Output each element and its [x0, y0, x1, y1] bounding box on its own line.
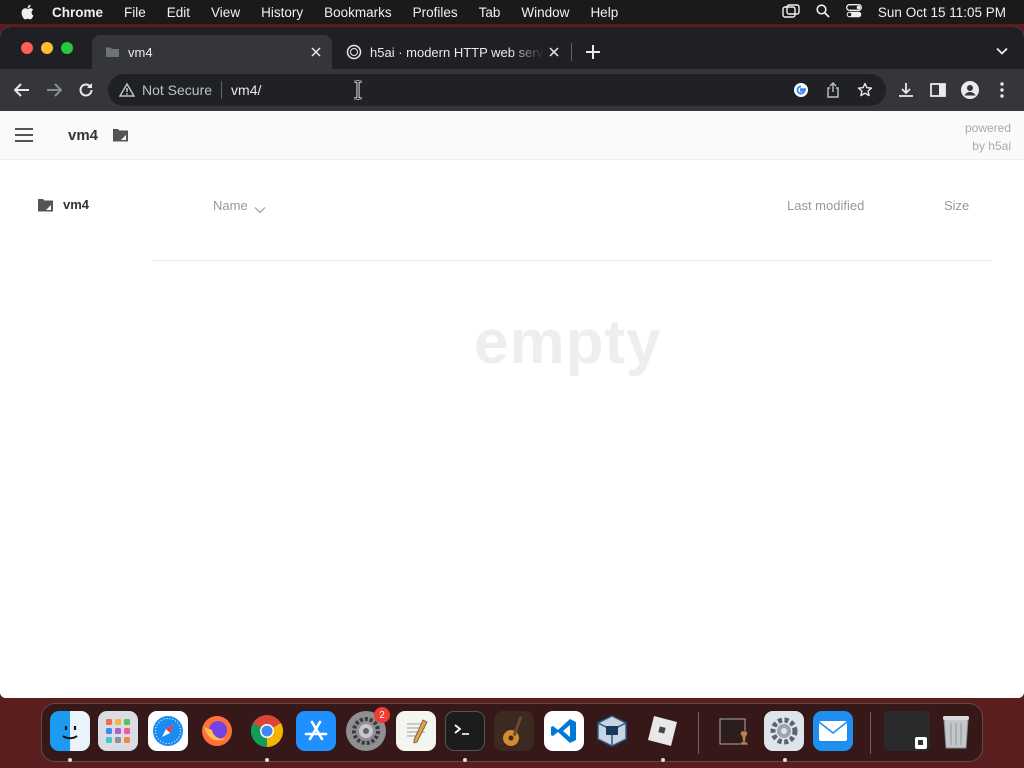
- chrome-icon[interactable]: [247, 711, 287, 751]
- running-indicator: [783, 758, 787, 762]
- tab-strip: vm4 h5ai · modern HTTP web serve: [0, 27, 1024, 69]
- spotlight-search-icon[interactable]: [816, 3, 830, 21]
- running-indicator: [661, 758, 665, 762]
- browser-toolbar: Not Secure vm4/: [0, 69, 1024, 111]
- folder-icon: [37, 198, 54, 212]
- empty-folder-placeholder: empty: [474, 308, 662, 377]
- menu-window[interactable]: Window: [521, 5, 569, 20]
- macos-dock: 2: [41, 703, 983, 762]
- tab-h5ai[interactable]: h5ai · modern HTTP web serve: [334, 35, 570, 69]
- more-menu-icon[interactable]: [990, 78, 1014, 102]
- forward-arrow-icon[interactable]: [42, 78, 66, 102]
- menu-tab[interactable]: Tab: [479, 5, 501, 20]
- security-status-label[interactable]: Not Secure: [142, 82, 212, 98]
- virtualbox-icon[interactable]: [592, 711, 632, 751]
- sidebar-tree-item-vm4[interactable]: vm4: [37, 197, 89, 212]
- macos-menu-bar: Chrome File Edit View History Bookmarks …: [0, 0, 1024, 24]
- dock-separator: [870, 712, 871, 754]
- close-window-button[interactable]: [21, 42, 33, 54]
- breadcrumb[interactable]: vm4: [68, 127, 98, 144]
- folder-icon: [112, 128, 129, 142]
- launchpad-icon[interactable]: [98, 711, 138, 751]
- omnibox-divider: [221, 81, 223, 99]
- close-tab-icon[interactable]: [544, 42, 564, 62]
- safari-icon[interactable]: [148, 711, 188, 751]
- profile-avatar-icon[interactable]: [958, 78, 982, 102]
- address-bar[interactable]: Not Secure vm4/: [108, 74, 886, 106]
- system-preferences-icon[interactable]: 2: [346, 707, 390, 751]
- apple-menu-icon[interactable]: [18, 3, 36, 21]
- sidebar-toggle-icon[interactable]: [14, 127, 34, 143]
- warning-triangle-icon[interactable]: [118, 81, 136, 99]
- side-panel-icon[interactable]: [926, 78, 950, 102]
- tab-title: h5ai · modern HTTP web serve: [370, 44, 544, 60]
- tab-search-chevron-icon[interactable]: [992, 41, 1012, 61]
- sort-chevron-down-icon: [254, 202, 266, 213]
- powered-line: powered: [964, 121, 1011, 135]
- control-center-icon[interactable]: [845, 3, 862, 21]
- gear-utility-icon[interactable]: [764, 711, 804, 751]
- share-icon[interactable]: [824, 81, 842, 99]
- menu-file[interactable]: File: [124, 5, 146, 20]
- tab-vm4[interactable]: vm4: [92, 35, 332, 69]
- downloads-icon[interactable]: [894, 78, 918, 102]
- menu-bookmarks[interactable]: Bookmarks: [324, 5, 392, 20]
- menu-edit[interactable]: Edit: [167, 5, 190, 20]
- trash-icon[interactable]: [936, 711, 976, 751]
- window-thumbnail-icon[interactable]: [884, 711, 930, 751]
- menu-app-name[interactable]: Chrome: [52, 5, 103, 20]
- running-indicator: [463, 758, 467, 762]
- new-tab-icon[interactable]: [582, 41, 604, 63]
- notification-badge: 2: [374, 707, 390, 723]
- tab-title: vm4: [128, 44, 153, 60]
- firefox-icon[interactable]: [197, 711, 237, 751]
- menu-history[interactable]: History: [261, 5, 303, 20]
- finder-icon[interactable]: [50, 711, 90, 751]
- roblox-icon[interactable]: [642, 711, 682, 751]
- column-header-divider: [152, 260, 992, 261]
- menu-bar-clock[interactable]: Sun Oct 15 11:05 PM: [878, 5, 1006, 20]
- close-tab-icon[interactable]: [306, 42, 326, 62]
- textedit-icon[interactable]: [396, 711, 436, 751]
- column-header-size[interactable]: Size: [944, 198, 969, 213]
- mail-icon[interactable]: [813, 711, 853, 751]
- chess-icon[interactable]: [714, 711, 754, 751]
- folder-favicon-icon: [104, 44, 120, 60]
- menu-view[interactable]: View: [211, 5, 240, 20]
- terminal-icon[interactable]: [445, 711, 485, 751]
- running-indicator: [265, 758, 269, 762]
- menu-profiles[interactable]: Profiles: [413, 5, 458, 20]
- h5ai-topbar: vm4 powered by h5ai: [0, 111, 1024, 160]
- column-header-name[interactable]: Name: [213, 198, 266, 213]
- reload-icon[interactable]: [74, 78, 98, 102]
- page-content: vm4 powered by h5ai vm4 Name Last modifi…: [0, 111, 1024, 698]
- chrome-window: vm4 h5ai · modern HTTP web serve Not Sec…: [0, 27, 1024, 698]
- url-text[interactable]: vm4/: [231, 82, 261, 98]
- powered-by-h5ai[interactable]: powered by h5ai: [965, 119, 1011, 155]
- column-header-last-modified[interactable]: Last modified: [787, 198, 864, 213]
- bookmark-star-icon[interactable]: [856, 81, 874, 99]
- minimize-window-button[interactable]: [41, 42, 53, 54]
- zoom-window-button[interactable]: [61, 42, 73, 54]
- screen-mirroring-icon[interactable]: [782, 3, 800, 21]
- menu-help[interactable]: Help: [590, 5, 618, 20]
- tab-divider: [571, 43, 572, 61]
- vscode-icon[interactable]: [544, 711, 584, 751]
- tree-item-label: vm4: [63, 197, 90, 212]
- app-store-icon[interactable]: [296, 711, 336, 751]
- running-indicator: [68, 758, 72, 762]
- globe-favicon-icon: [346, 44, 362, 60]
- garageband-icon[interactable]: [494, 711, 534, 751]
- google-lens-icon[interactable]: [792, 81, 810, 99]
- column-label: Name: [213, 198, 248, 213]
- powered-line: by h5ai: [972, 139, 1011, 153]
- back-arrow-icon[interactable]: [10, 78, 34, 102]
- text-cursor-icon: [352, 79, 364, 101]
- dock-separator: [698, 712, 699, 754]
